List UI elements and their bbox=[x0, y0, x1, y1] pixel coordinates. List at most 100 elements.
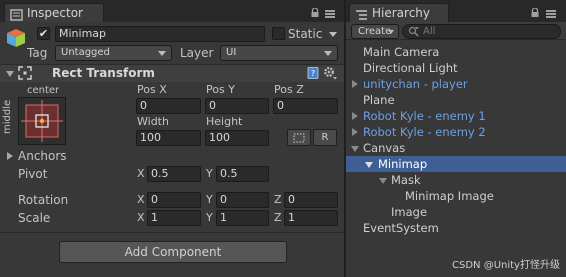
expand-arrow-icon[interactable] bbox=[352, 128, 358, 136]
rotation-z-field[interactable]: 0 bbox=[284, 192, 338, 208]
collapse-arrow-icon[interactable] bbox=[365, 162, 373, 168]
anchor-preset-top-label: center bbox=[27, 85, 60, 96]
collapse-arrow-icon[interactable] bbox=[351, 146, 359, 152]
list-item[interactable]: Image bbox=[391, 204, 427, 220]
anchors-label[interactable]: Anchors bbox=[18, 149, 67, 163]
static-checkbox[interactable] bbox=[272, 27, 285, 40]
list-item[interactable]: Minimap Image bbox=[405, 188, 494, 204]
layer-label: Layer bbox=[180, 46, 214, 60]
pos-y-label: Pos Y bbox=[206, 83, 235, 96]
inspector-lock-icon[interactable] bbox=[311, 7, 319, 20]
tag-dropdown[interactable]: Untagged bbox=[55, 45, 172, 61]
height-field[interactable]: 100 bbox=[205, 130, 269, 146]
pivot-x-field[interactable]: 0.5 bbox=[147, 166, 201, 182]
scale-z-field[interactable]: 1 bbox=[284, 210, 338, 226]
blueprint-mode-button[interactable] bbox=[287, 129, 311, 146]
list-item[interactable]: EventSystem bbox=[363, 220, 439, 236]
list-item[interactable]: Main Camera bbox=[363, 44, 439, 60]
active-checkbox[interactable]: ✔ bbox=[37, 27, 50, 40]
pos-z-label: Pos Z bbox=[274, 83, 304, 96]
tab-hierarchy[interactable]: Hierarchy bbox=[349, 3, 449, 23]
search-input[interactable]: All bbox=[402, 24, 561, 39]
inspector-menu-icon[interactable] bbox=[325, 10, 335, 19]
object-name-field[interactable]: Minimap bbox=[55, 26, 265, 42]
pos-x-field[interactable]: 0 bbox=[136, 98, 201, 114]
anchors-fold-icon[interactable] bbox=[7, 152, 13, 160]
raw-edit-button[interactable]: R bbox=[313, 129, 337, 146]
chevron-down-icon bbox=[158, 51, 166, 56]
add-component-button[interactable]: Add Component bbox=[59, 241, 287, 263]
component-title: Rect Transform bbox=[52, 66, 155, 80]
component-header[interactable]: Rect Transform ? bbox=[0, 65, 344, 82]
list-item-label: Mask bbox=[391, 173, 421, 187]
rotation-y-label: Y bbox=[206, 193, 213, 206]
tag-value: Untagged bbox=[61, 47, 110, 58]
rotation-y-field[interactable]: 0 bbox=[216, 192, 269, 208]
rotation-z-label: Z bbox=[274, 193, 282, 206]
list-item-label: Directional Light bbox=[363, 61, 458, 75]
list-item-label: Image bbox=[391, 205, 428, 219]
list-item[interactable]: Robot Kyle - enemy 1 bbox=[363, 108, 486, 124]
list-item-label: EventSystem bbox=[363, 221, 439, 235]
pos-y-field[interactable]: 0 bbox=[205, 98, 269, 114]
list-item[interactable]: Plane bbox=[363, 92, 395, 108]
list-item[interactable]: unitychan - player bbox=[363, 76, 468, 92]
rotation-x-field[interactable]: 0 bbox=[147, 192, 201, 208]
pos-z-field[interactable]: 0 bbox=[273, 98, 338, 114]
svg-text:?: ? bbox=[311, 69, 315, 78]
search-icon bbox=[408, 26, 420, 38]
create-button[interactable]: Create bbox=[351, 24, 399, 39]
hierarchy-panel: Create All Main Camera Directional Light… bbox=[346, 22, 566, 277]
width-field[interactable]: 100 bbox=[136, 130, 201, 146]
help-book-icon[interactable]: ? bbox=[307, 67, 319, 79]
list-item[interactable]: Directional Light bbox=[363, 60, 458, 76]
active-checkmark: ✔ bbox=[38, 27, 49, 40]
static-label: Static bbox=[288, 27, 323, 41]
rect-transform-icon bbox=[18, 66, 32, 80]
expand-arrow-icon[interactable] bbox=[352, 112, 358, 120]
list-item[interactable]: Canvas bbox=[363, 140, 405, 156]
collapse-arrow-icon[interactable] bbox=[379, 178, 387, 184]
tab-inspector[interactable]: Inspector bbox=[4, 3, 104, 23]
chevron-down-icon bbox=[324, 51, 332, 56]
blueprint-icon bbox=[293, 133, 305, 143]
tab-inspector-label: Inspector bbox=[27, 6, 83, 20]
rotation-label: Rotation bbox=[18, 193, 69, 207]
list-item[interactable]: Robot Kyle - enemy 2 bbox=[363, 124, 486, 140]
list-item-label: Plane bbox=[363, 93, 395, 107]
hierarchy-menu-icon[interactable] bbox=[546, 10, 556, 19]
tag-label: Tag bbox=[27, 46, 48, 60]
height-label: Height bbox=[206, 115, 243, 128]
width-label: Width bbox=[137, 115, 169, 128]
list-item-label: Robot Kyle - enemy 1 bbox=[363, 109, 486, 123]
inspector-panel: ✔ Minimap Static Tag Untagged Layer UI R… bbox=[0, 22, 344, 277]
hierarchy-tree: Main Camera Directional Light unitychan … bbox=[346, 44, 566, 244]
list-item-label: Main Camera bbox=[363, 45, 440, 59]
list-item-label: Robot Kyle - enemy 2 bbox=[363, 125, 486, 139]
anchor-preset-icon bbox=[21, 100, 63, 142]
hierarchy-lock-icon[interactable] bbox=[531, 7, 539, 20]
anchor-preset-button[interactable] bbox=[18, 97, 66, 145]
anchor-preset-side-label: middle bbox=[2, 99, 13, 134]
scale-z-label: Z bbox=[274, 211, 282, 224]
tab-hierarchy-label: Hierarchy bbox=[372, 6, 431, 20]
layer-value: UI bbox=[226, 47, 237, 58]
pos-x-label: Pos X bbox=[137, 83, 167, 96]
scale-y-field[interactable]: 1 bbox=[216, 210, 269, 226]
component-divider bbox=[0, 232, 344, 233]
scale-x-field[interactable]: 1 bbox=[147, 210, 201, 226]
gear-icon[interactable] bbox=[323, 66, 337, 80]
hierarchy-icon bbox=[355, 8, 368, 20]
pivot-y-field[interactable]: 0.5 bbox=[216, 166, 269, 182]
expand-arrow-icon[interactable] bbox=[352, 80, 358, 88]
static-dropdown-arrow[interactable] bbox=[329, 32, 337, 37]
pivot-x-label: X bbox=[137, 167, 145, 180]
chevron-down-icon bbox=[388, 30, 394, 34]
scale-label: Scale bbox=[18, 211, 51, 225]
list-item[interactable]: Mask bbox=[391, 172, 421, 188]
list-item-label: unitychan - player bbox=[363, 77, 468, 91]
component-fold-icon[interactable] bbox=[6, 71, 14, 77]
watermark-text: CSDN @Unity打怪升级 bbox=[452, 260, 560, 271]
layer-dropdown[interactable]: UI bbox=[220, 45, 338, 61]
list-item[interactable]: Minimap bbox=[378, 156, 427, 172]
